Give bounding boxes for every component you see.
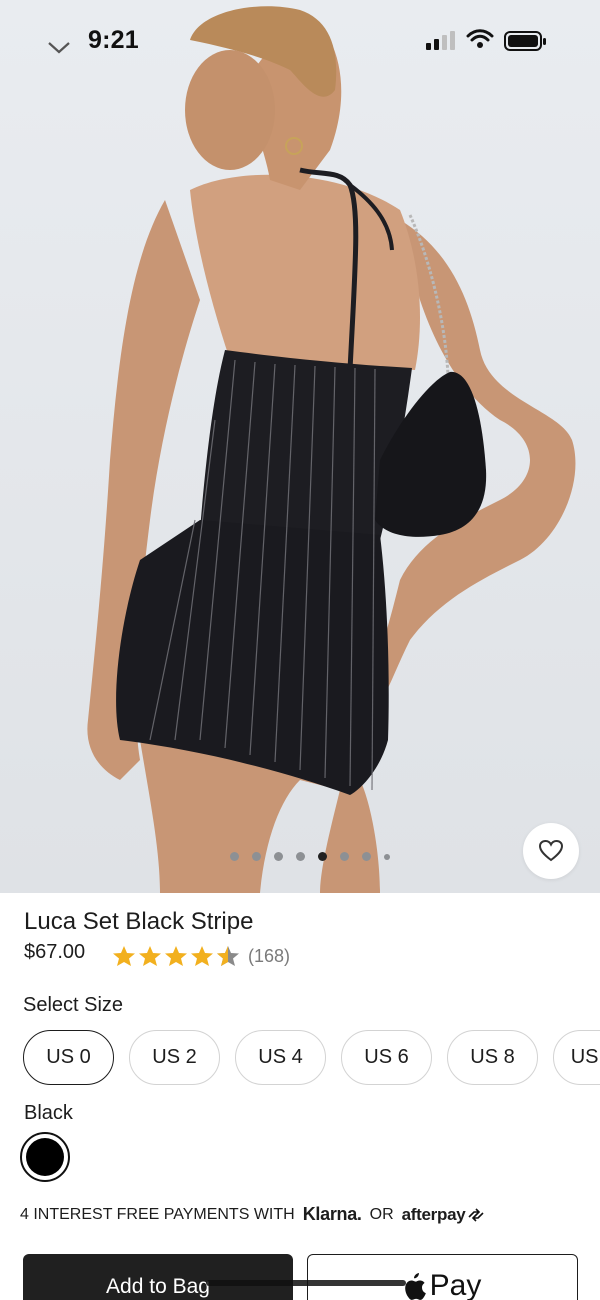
- product-title: Luca Set Black Stripe: [24, 908, 254, 935]
- battery-icon: [504, 31, 546, 51]
- add-to-bag-button[interactable]: Add to Bag: [23, 1254, 293, 1300]
- color-swatch-black[interactable]: [20, 1132, 70, 1182]
- star-rating[interactable]: [112, 945, 240, 967]
- size-selector: US 0 US 2 US 4 US 6 US 8 US 10: [23, 1030, 600, 1086]
- gallery-dot[interactable]: [296, 852, 305, 861]
- status-time: 9:21: [88, 26, 139, 54]
- review-count[interactable]: (168): [248, 946, 290, 967]
- product-image[interactable]: 9:21: [0, 0, 600, 893]
- size-option-us-6[interactable]: US 6: [341, 1030, 432, 1085]
- afterpay-logo-text: afterpay: [401, 1204, 466, 1224]
- cellular-signal-icon: [426, 31, 455, 50]
- color-swatch-fill: [26, 1138, 64, 1176]
- gallery-pagination[interactable]: [0, 852, 600, 864]
- gallery-dot[interactable]: [230, 852, 239, 861]
- size-option-us-4[interactable]: US 4: [235, 1030, 326, 1085]
- heart-icon: [538, 839, 564, 862]
- wishlist-button[interactable]: [523, 823, 579, 879]
- gallery-dot[interactable]: [340, 852, 349, 861]
- home-indicator: [206, 1280, 406, 1286]
- star-icon: [139, 946, 161, 966]
- apple-pay-label: Pay: [429, 1269, 482, 1300]
- size-option-us-10[interactable]: US 10: [553, 1030, 600, 1085]
- afterpay-arrows-icon: [468, 1207, 484, 1222]
- half-star-icon: [217, 946, 239, 966]
- gallery-dot[interactable]: [384, 853, 390, 860]
- star-icon: [113, 946, 135, 966]
- klarna-logo[interactable]: Klarna.: [303, 1204, 362, 1225]
- star-icon: [165, 946, 187, 966]
- gallery-dot[interactable]: [362, 852, 371, 861]
- gallery-dot[interactable]: [252, 852, 261, 861]
- apple-pay-button[interactable]: Pay: [307, 1254, 578, 1300]
- size-label: Select Size: [23, 994, 124, 1016]
- color-label: Black: [24, 1102, 73, 1124]
- apple-logo-icon: [404, 1273, 426, 1300]
- installment-text: 4 INTEREST FREE PAYMENTS WITH: [20, 1205, 295, 1223]
- product-price: $67.00: [24, 941, 86, 963]
- payments-or: OR: [369, 1205, 394, 1223]
- wifi-icon: [466, 29, 494, 48]
- product-photo: [87, 6, 576, 893]
- size-option-us-8[interactable]: US 8: [447, 1030, 538, 1085]
- gallery-dot[interactable]: [274, 852, 283, 861]
- size-option-us-2[interactable]: US 2: [129, 1030, 220, 1085]
- chevron-down-icon[interactable]: [46, 38, 72, 56]
- star-icon: [191, 946, 213, 966]
- afterpay-logo[interactable]: afterpay: [402, 1205, 486, 1225]
- size-option-us-0[interactable]: US 0: [23, 1030, 114, 1085]
- installment-payments-banner: 4 INTEREST FREE PAYMENTS WITH Klarna. OR…: [20, 1204, 485, 1225]
- gallery-dot-active[interactable]: [318, 852, 327, 861]
